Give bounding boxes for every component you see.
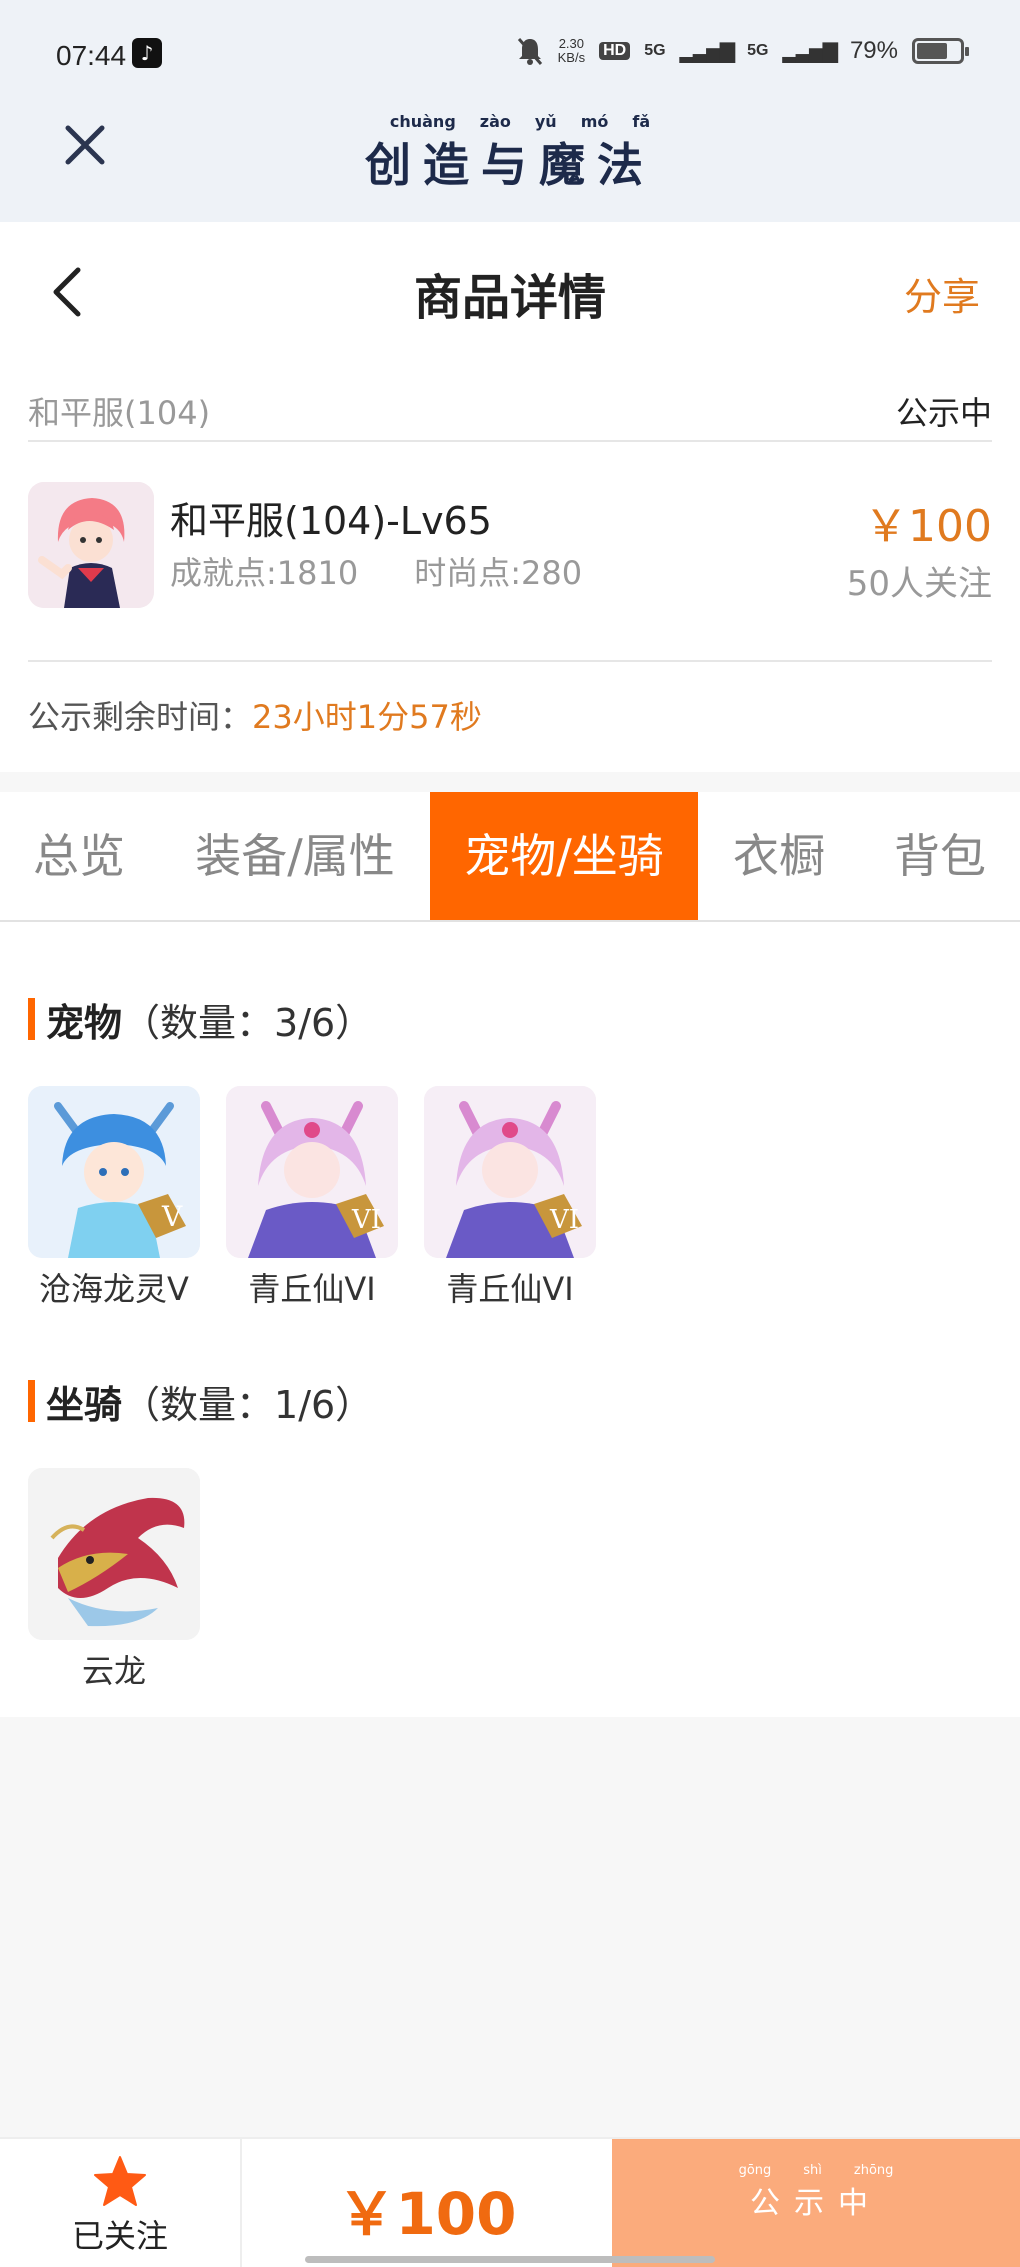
pet-badge-3: VI [549, 1205, 579, 1235]
remaining-time: 公示剩余时间：23小时1分57秒 [28, 692, 482, 738]
item-price: ￥100 [864, 501, 992, 552]
pet-item[interactable]: V 沧海龙灵V [28, 1086, 200, 1310]
signal-bars-2-icon: ▂▃▅▇ [782, 40, 838, 63]
tab-equipment[interactable]: 装备/属性 [178, 792, 412, 920]
pets-mounts-panel: 宠物（数量：3/6） V 沧海龙灵V VI 青丘仙VI VI 青丘仙VI 坐骑（… [0, 922, 1020, 1717]
pet-thumbnail: VI [226, 1086, 398, 1258]
server-name: 和平服(104) [28, 394, 211, 432]
pet-item[interactable]: VI 青丘仙VI [424, 1086, 596, 1310]
tab-backpack[interactable]: 背包 [870, 792, 1010, 920]
signal-1-icon: 5G [644, 42, 666, 59]
signal-2-icon: 5G [747, 42, 769, 59]
hd-icon: HD [599, 42, 631, 60]
pet-name: 青丘仙VI [446, 1270, 574, 1308]
net-speed-unit: KB/s [557, 50, 586, 65]
bottom-bar: 已关注 ￥100 gōng shì zhōng 公示中 [0, 2137, 1020, 2267]
mute-bell-icon [516, 36, 544, 66]
pets-section-title: 宠物（数量：3/6） [28, 992, 373, 1047]
achievement-points: 成就点:1810 [170, 554, 359, 592]
pet-badge-1: V [161, 1200, 183, 1233]
mounts-title: 坐骑 [46, 1383, 123, 1427]
character-avatar [28, 482, 154, 608]
item-stats: 成就点:1810 时尚点:280 [170, 548, 582, 594]
top-bar: 07:44 ♪ 2.30 KB/s HD 5G ▂▃▅▇ 5G ▂▃▅▇ 79%… [0, 0, 1020, 222]
publicity-button[interactable]: gōng shì zhōng 公示中 [612, 2139, 1020, 2267]
share-button[interactable]: 分享 [904, 266, 980, 321]
mount-thumbnail [28, 1468, 200, 1640]
server-row: 和平服(104) 公示中 [28, 382, 992, 442]
pet-thumbnail: V [28, 1086, 200, 1258]
star-icon [94, 2156, 146, 2206]
signal-bars-icon: ▂▃▅▇ [679, 40, 736, 63]
action-pinyin-2: shì [803, 2163, 822, 2178]
action-pinyin: gōng shì zhōng [612, 2163, 1020, 2178]
item-card: 和平服(104) 公示中 和平服(104)-Lv65 成就点:1810 时尚点:… [0, 352, 1020, 772]
pet-thumbnail: VI [424, 1086, 596, 1258]
follower-count: 50人关注 [846, 564, 992, 604]
remaining-time-label: 公示剩余时间： [28, 698, 253, 736]
fashion-points: 时尚点:280 [414, 554, 583, 592]
bottom-price: ￥100 [337, 2180, 517, 2248]
pets-title: 宠物 [46, 1001, 123, 1045]
app-title: chuàng zào yǔ mó fǎ 创造与魔法 [0, 112, 1020, 195]
item-summary[interactable]: 和平服(104)-Lv65 成就点:1810 时尚点:280 ￥100 50人关… [28, 482, 992, 662]
pet-item[interactable]: VI 青丘仙VI [226, 1086, 398, 1310]
tiktok-icon: ♪ [132, 38, 162, 68]
remaining-time-value: 23小时1分57秒 [252, 698, 482, 736]
tab-overview[interactable]: 总览 [0, 792, 158, 920]
action-pinyin-3: zhōng [853, 2163, 894, 2178]
mounts-section-title: 坐骑（数量：1/6） [28, 1374, 373, 1429]
tab-bar: 总览 装备/属性 宠物/坐骑 衣橱 背包 [0, 792, 1020, 922]
status-time: 07:44 [56, 40, 127, 71]
status-right: 2.30 KB/s HD 5G ▂▃▅▇ 5G ▂▃▅▇ 79% [516, 36, 969, 66]
follow-button[interactable]: 已关注 [0, 2139, 242, 2267]
pet-name: 青丘仙VI [248, 1270, 376, 1308]
follow-label: 已关注 [71, 2217, 168, 2255]
status-bar: 07:44 ♪ 2.30 KB/s HD 5G ▂▃▅▇ 5G ▂▃▅▇ 79% [0, 0, 1020, 110]
tab-wardrobe[interactable]: 衣橱 [718, 792, 840, 920]
listing-status: 公示中 [895, 394, 992, 432]
home-indicator[interactable] [305, 2256, 715, 2263]
action-pinyin-1: gōng [738, 2163, 772, 2178]
action-label: 公示中 [750, 2186, 882, 2221]
battery-percent: 79% [849, 37, 898, 64]
page-title: 商品详情 [413, 270, 606, 326]
battery-icon [912, 38, 969, 64]
tab-pets-mounts[interactable]: 宠物/坐骑 [430, 792, 698, 920]
app-title-text: 创造与魔法 [365, 138, 655, 192]
pet-name: 沧海龙灵V [39, 1270, 189, 1308]
mount-item[interactable]: 云龙 [28, 1468, 200, 1692]
net-speed: 2.30 KB/s [558, 37, 585, 65]
pets-count: （数量：3/6） [122, 1001, 374, 1045]
pet-badge-2: VI [351, 1205, 381, 1235]
mounts-count: （数量：1/6） [122, 1383, 374, 1427]
mount-name: 云龙 [81, 1652, 146, 1690]
net-speed-value: 2.30 [558, 36, 585, 51]
item-name: 和平服(104)-Lv65 [170, 499, 492, 543]
